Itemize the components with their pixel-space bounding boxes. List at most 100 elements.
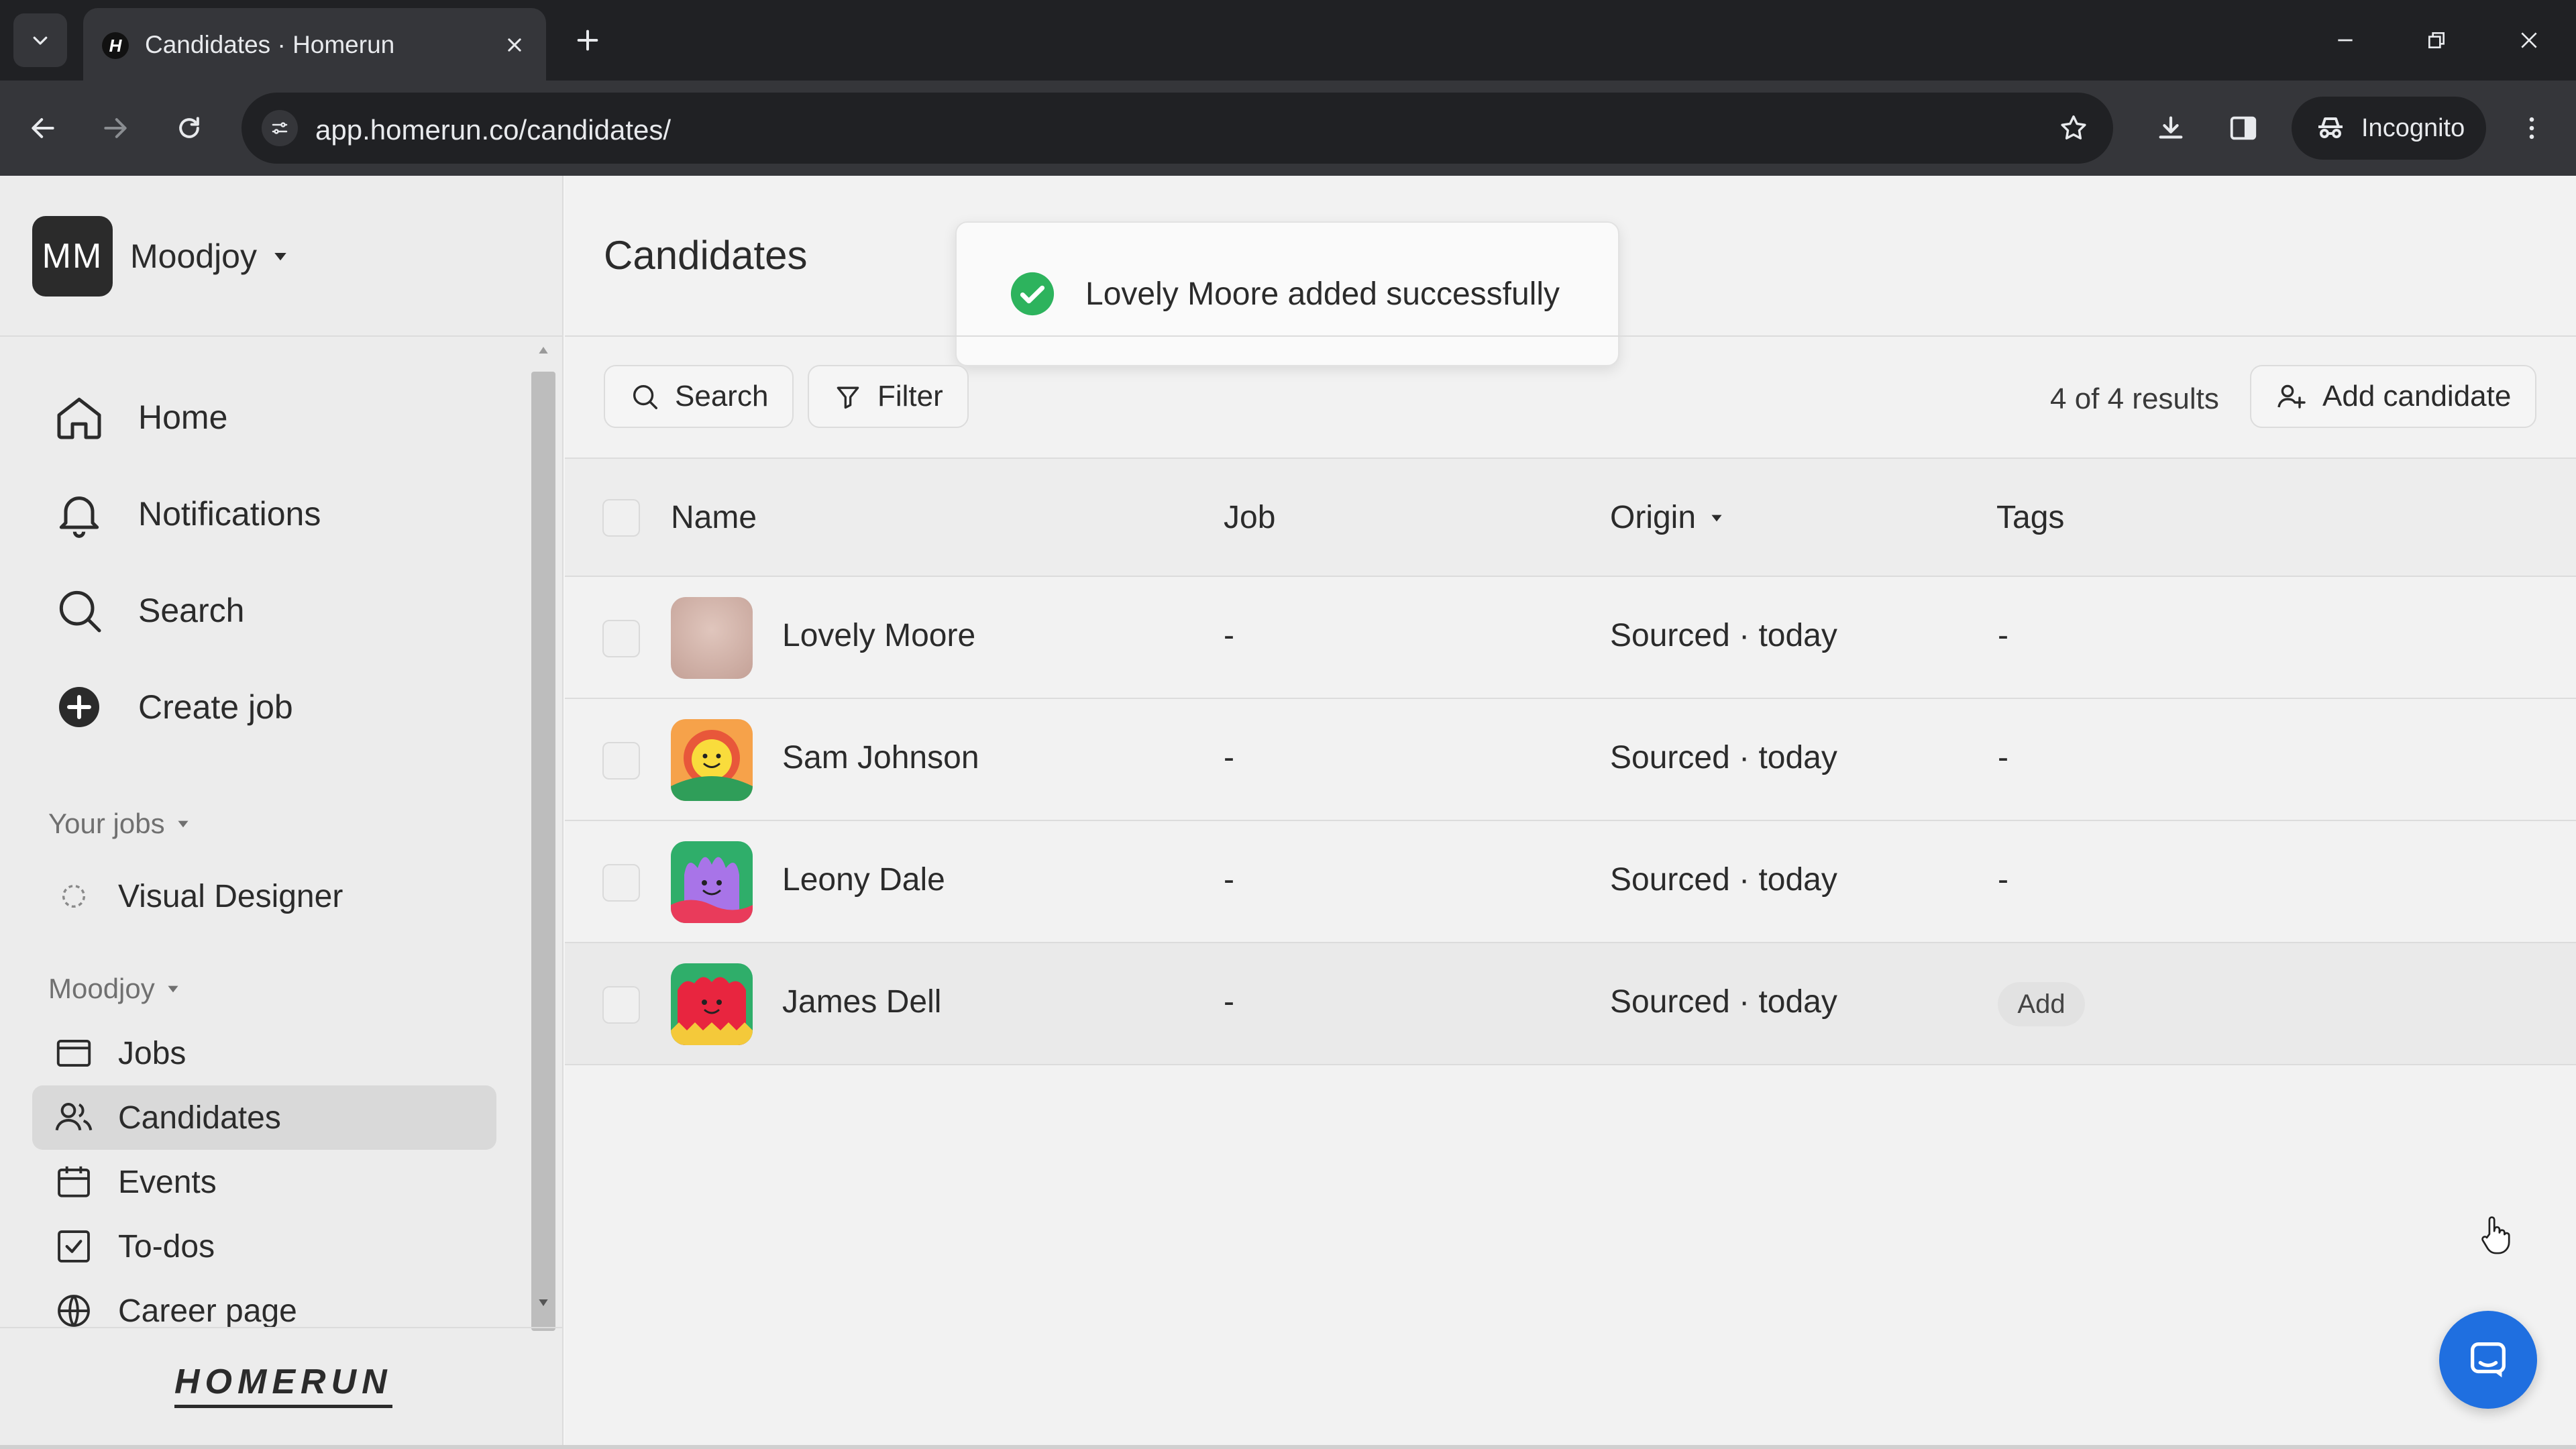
- close-icon: [2521, 32, 2537, 48]
- candidate-tags: -: [1998, 740, 2008, 775]
- incognito-label: Incognito: [2361, 113, 2465, 142]
- sidebar-job-visual-designer[interactable]: Visual Designer: [32, 864, 496, 928]
- sidebar-item-career-page[interactable]: Career page: [32, 1279, 496, 1343]
- candidate-origin: Sourced · today: [1610, 862, 1837, 898]
- homerun-favicon-icon: H: [102, 32, 129, 59]
- plus-icon: [577, 30, 598, 51]
- table-row[interactable]: Sam Johnson - Sourced · today -: [565, 699, 2576, 821]
- sidebar: MM Moodjoy Home Notifications Search Cre…: [0, 176, 564, 1449]
- minimize-window-button[interactable]: [2324, 19, 2367, 62]
- add-candidate-label: Add candidate: [2322, 380, 2512, 413]
- browser-tab-active[interactable]: H Candidates · Homerun: [83, 8, 546, 80]
- nav-create-job[interactable]: Create job: [51, 674, 293, 741]
- check-circle-icon: [1010, 272, 1055, 316]
- sidebar-job-label: Visual Designer: [118, 878, 343, 914]
- candidate-name[interactable]: James Dell: [782, 983, 941, 1020]
- search-button[interactable]: Search: [604, 365, 794, 428]
- column-header-name[interactable]: Name: [671, 499, 757, 536]
- add-candidate-button[interactable]: Add candidate: [2250, 365, 2537, 428]
- dashed-circle-icon: [52, 875, 95, 918]
- side-panel-button[interactable]: [2219, 104, 2267, 152]
- homerun-logo[interactable]: HOMERUN: [174, 1362, 392, 1408]
- sidebar-item-candidates[interactable]: Candidates: [32, 1085, 496, 1150]
- chat-support-button[interactable]: [2439, 1311, 2537, 1409]
- org-avatar: MM: [32, 216, 113, 297]
- filter-button[interactable]: Filter: [808, 365, 969, 428]
- calendar-icon: [52, 1161, 95, 1203]
- nav-notifications[interactable]: Notifications: [51, 480, 321, 547]
- column-header-tags[interactable]: Tags: [1996, 499, 2064, 536]
- tab-search-button[interactable]: [13, 13, 67, 67]
- address-bar[interactable]: app.homerun.co/candidates/: [241, 93, 2113, 164]
- candidate-tags: -: [1998, 862, 2008, 898]
- candidate-job: -: [1224, 984, 1234, 1020]
- search-icon: [51, 582, 107, 639]
- sidebar-divider: [0, 335, 562, 337]
- checkbox-icon: [52, 1225, 95, 1268]
- candidate-job: -: [1224, 618, 1234, 653]
- arrow-right-icon: [104, 118, 127, 138]
- candidate-name[interactable]: Leony Dale: [782, 861, 945, 898]
- tab-title: Candidates · Homerun: [145, 31, 395, 58]
- back-button[interactable]: [19, 104, 67, 152]
- sidebar-item-events[interactable]: Events: [32, 1150, 496, 1214]
- workspace-heading[interactable]: Moodjoy: [48, 973, 182, 1005]
- caret-down-icon: [177, 820, 189, 828]
- sidebar-item-todos[interactable]: To-dos: [32, 1214, 496, 1279]
- candidate-origin: Sourced · today: [1610, 984, 1837, 1020]
- sidebar-item-jobs[interactable]: Jobs: [32, 1021, 496, 1085]
- scrollbar-up-arrow[interactable]: [530, 343, 557, 364]
- side-panel-icon: [2230, 116, 2257, 140]
- add-tag-button[interactable]: Add: [1998, 982, 2085, 1026]
- tab-close-button[interactable]: [498, 28, 531, 62]
- nav-home[interactable]: Home: [51, 384, 227, 451]
- browser-menu-button[interactable]: [2508, 104, 2556, 152]
- plus-circle-icon: [51, 679, 107, 735]
- workspace-heading-label: Moodjoy: [48, 973, 155, 1004]
- bookmark-button[interactable]: [2054, 109, 2093, 148]
- download-icon: [2159, 116, 2183, 139]
- site-settings-button[interactable]: [262, 110, 298, 146]
- scrollbar-down-arrow[interactable]: [530, 1296, 557, 1316]
- search-icon: [633, 384, 657, 409]
- header-divider: [565, 335, 2576, 337]
- org-switcher[interactable]: MM Moodjoy: [32, 216, 290, 297]
- star-icon: [2061, 115, 2086, 140]
- triangle-up-icon: [539, 347, 548, 354]
- select-all-checkbox[interactable]: [602, 499, 640, 537]
- window-bottom-edge: [0, 1445, 2576, 1449]
- column-header-job[interactable]: Job: [1224, 499, 1275, 536]
- nav-home-label: Home: [138, 398, 228, 436]
- sidebar-scrollbar-thumb[interactable]: [531, 372, 555, 1331]
- row-checkbox[interactable]: [602, 986, 640, 1024]
- candidate-name[interactable]: Lovely Moore: [782, 617, 975, 654]
- nav-search[interactable]: Search: [51, 577, 244, 644]
- close-window-button[interactable]: [2508, 19, 2551, 62]
- downloads-button[interactable]: [2147, 104, 2195, 152]
- main-content: Candidates Lovely Moore added successful…: [565, 176, 2576, 1449]
- browser-tab-bar: H Candidates · Homerun: [0, 0, 2576, 80]
- reload-button[interactable]: [165, 104, 213, 152]
- your-jobs-heading[interactable]: Your jobs: [48, 808, 192, 840]
- candidate-avatar: [671, 841, 753, 923]
- restore-icon: [2428, 32, 2445, 48]
- row-checkbox[interactable]: [602, 742, 640, 780]
- add-user-icon: [2277, 384, 2306, 409]
- table-row[interactable]: James Dell - Sourced · today Add: [565, 943, 2576, 1065]
- candidate-name[interactable]: Sam Johnson: [782, 739, 979, 776]
- forward-button[interactable]: [91, 104, 140, 152]
- reload-icon: [179, 117, 199, 138]
- column-header-origin[interactable]: Origin: [1610, 499, 1725, 536]
- table-row[interactable]: Leony Dale - Sourced · today -: [565, 821, 2576, 943]
- incognito-indicator[interactable]: Incognito: [2292, 97, 2486, 160]
- row-checkbox[interactable]: [602, 620, 640, 657]
- new-tab-button[interactable]: [568, 20, 608, 60]
- row-checkbox[interactable]: [602, 864, 640, 902]
- browser-window-icon: [52, 1032, 95, 1075]
- nav-create-job-label: Create job: [138, 688, 293, 726]
- incognito-icon: [2318, 117, 2343, 138]
- table-row[interactable]: Lovely Moore - Sourced · today -: [565, 577, 2576, 699]
- sidebar-item-label: To-dos: [118, 1228, 215, 1265]
- restore-window-button[interactable]: [2415, 19, 2458, 62]
- nav-notifications-label: Notifications: [138, 495, 321, 533]
